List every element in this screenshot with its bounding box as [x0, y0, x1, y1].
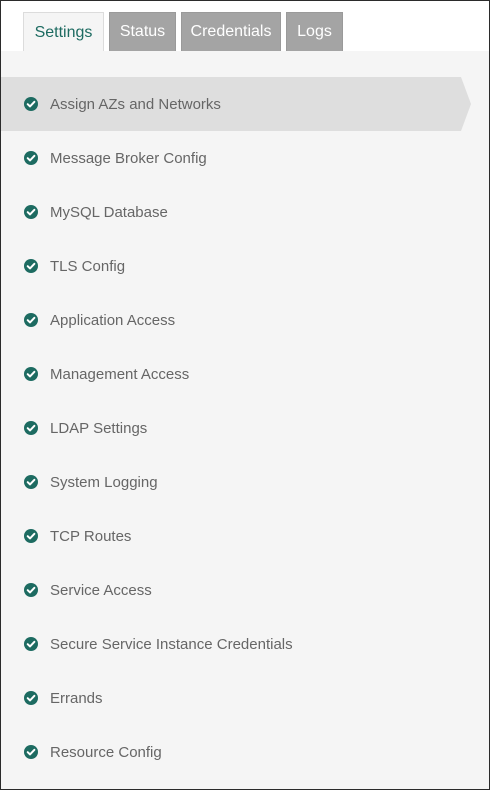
- check-circle-icon: [24, 745, 38, 759]
- check-circle-icon: [24, 367, 38, 381]
- nav-item-secure-service-instance-credentials[interactable]: Secure Service Instance Credentials: [1, 617, 461, 671]
- nav-item-label: TCP Routes: [50, 527, 132, 545]
- nav-item-mysql-database[interactable]: MySQL Database: [1, 185, 461, 239]
- check-circle-icon: [24, 313, 38, 327]
- tile-config-panel: Settings Status Credentials Logs Assign …: [0, 0, 490, 790]
- check-circle-icon: [24, 529, 38, 543]
- nav-item-label: Resource Config: [50, 743, 162, 761]
- nav-item-label: Secure Service Instance Credentials: [50, 635, 293, 653]
- nav-item-label: Service Access: [50, 581, 152, 599]
- check-circle-icon: [24, 151, 38, 165]
- nav-item-label: Application Access: [50, 311, 176, 329]
- selected-item-arrow: [461, 77, 471, 131]
- check-circle-icon: [24, 583, 38, 597]
- tab-settings[interactable]: Settings: [23, 12, 104, 52]
- settings-nav: Assign AZs and Networks Message Broker C…: [1, 51, 489, 789]
- check-circle-icon: [24, 259, 38, 273]
- nav-item-ldap-settings[interactable]: LDAP Settings: [1, 401, 461, 455]
- check-circle-icon: [24, 691, 38, 705]
- nav-item-label: LDAP Settings: [50, 419, 148, 437]
- tab-status[interactable]: Status: [109, 12, 176, 51]
- nav-item-label: Assign AZs and Networks: [50, 95, 221, 113]
- check-circle-icon: [24, 205, 38, 219]
- nav-item-assign-azs-and-networks[interactable]: Assign AZs and Networks: [1, 77, 461, 131]
- nav-item-label: TLS Config: [50, 257, 126, 275]
- tab-logs[interactable]: Logs: [286, 12, 343, 51]
- check-circle-icon: [24, 97, 38, 111]
- nav-item-resource-config[interactable]: Resource Config: [1, 725, 461, 779]
- nav-item-management-access[interactable]: Management Access: [1, 347, 461, 401]
- tab-credentials[interactable]: Credentials: [181, 12, 281, 51]
- nav-item-tcp-routes[interactable]: TCP Routes: [1, 509, 461, 563]
- nav-item-service-access[interactable]: Service Access: [1, 563, 461, 617]
- nav-item-label: System Logging: [50, 473, 158, 491]
- check-circle-icon: [24, 475, 38, 489]
- nav-item-errands[interactable]: Errands: [1, 671, 461, 725]
- nav-item-message-broker-config[interactable]: Message Broker Config: [1, 131, 461, 185]
- nav-item-label: MySQL Database: [50, 203, 168, 221]
- nav-item-system-logging[interactable]: System Logging: [1, 455, 461, 509]
- nav-item-tls-config[interactable]: TLS Config: [1, 239, 461, 293]
- tab-bar: Settings Status Credentials Logs: [1, 1, 489, 52]
- check-circle-icon: [24, 421, 38, 435]
- nav-item-label: Management Access: [50, 365, 190, 383]
- check-circle-icon: [24, 637, 38, 651]
- nav-item-label: Errands: [50, 689, 103, 707]
- nav-item-application-access[interactable]: Application Access: [1, 293, 461, 347]
- nav-item-label: Message Broker Config: [50, 149, 207, 167]
